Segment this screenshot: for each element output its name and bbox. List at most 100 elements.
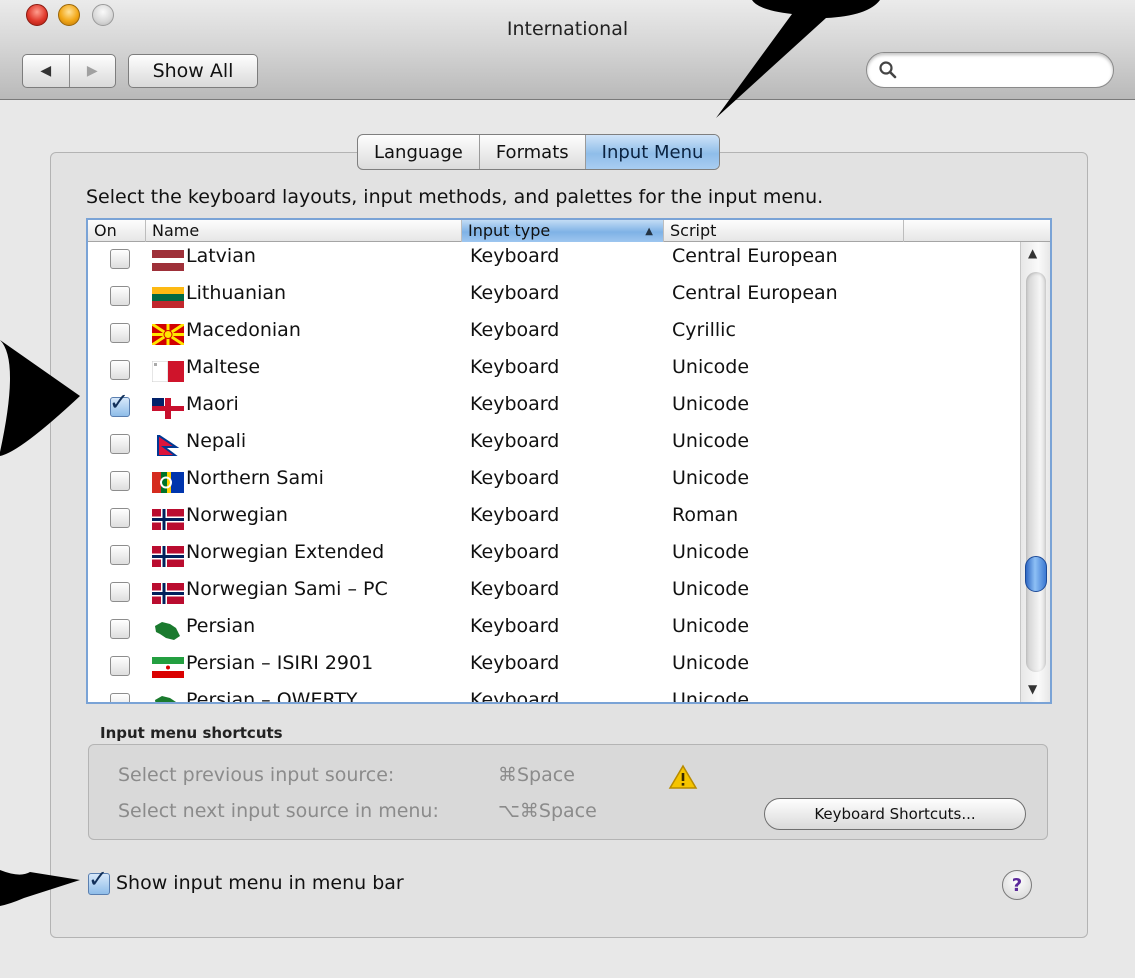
row-script: Central European [672,282,838,304]
tab-bar: Language Formats Input Menu [357,134,721,170]
row-script: Unicode [672,578,750,600]
row-name: Persian – QWERTY [186,689,358,702]
row-name: Norwegian [186,504,288,526]
row-script: Unicode [672,393,750,415]
row-script: Unicode [672,615,750,637]
forward-button[interactable]: ▶ [68,55,116,87]
row-enable-checkbox[interactable] [110,693,130,702]
table-row[interactable]: Lithuanian Keyboard Central European [88,277,1018,314]
table-row[interactable]: Norwegian Extended Keyboard Unicode [88,536,1018,573]
row-script: Central European [672,245,838,267]
new-zealand-flag-icon [152,398,184,419]
search-field[interactable] [866,52,1114,88]
row-name: Maori [186,393,239,415]
row-name: Lithuanian [186,282,287,304]
row-enable-checkbox[interactable] [110,508,130,528]
macedonia-flag-icon [152,324,184,345]
row-enable-checkbox[interactable] [110,360,130,380]
sort-ascending-icon: ▲ [645,226,653,237]
latvia-flag-icon [152,250,184,271]
table-row[interactable]: Macedonian Keyboard Cyrillic [88,314,1018,351]
row-enable-checkbox[interactable] [110,619,130,639]
checkmark-icon: ✓ [109,388,130,416]
row-input-type: Keyboard [470,652,560,674]
table-row[interactable]: Norwegian Keyboard Roman [88,499,1018,536]
tab-input-menu[interactable]: Input Menu [584,135,720,169]
search-input[interactable] [901,57,1101,83]
table-row[interactable]: ✓ Maori Keyboard Unicode [88,388,1018,425]
row-input-type: Keyboard [470,578,560,600]
column-header-input-type[interactable]: Input type ▲ [462,220,664,242]
iran-map-icon [155,696,176,702]
scroll-thumb[interactable] [1025,555,1047,592]
instruction-text: Select the keyboard layouts, input metho… [86,186,824,208]
row-input-type: Keyboard [470,689,560,702]
tab-language[interactable]: Language [358,135,479,169]
row-enable-checkbox[interactable] [110,434,130,454]
norway-flag-icon [152,583,184,604]
back-button[interactable]: ◀ [23,55,69,87]
search-icon [879,61,897,79]
table-row[interactable]: Northern Sami Keyboard Unicode [88,462,1018,499]
row-input-type: Keyboard [470,282,560,304]
row-enable-checkbox[interactable] [110,249,130,269]
row-enable-checkbox[interactable]: ✓ [109,388,130,417]
row-enable-checkbox[interactable] [110,323,130,343]
column-header-name[interactable]: Name [146,220,462,242]
table-row[interactable]: Latvian Keyboard Central European [88,242,1018,277]
table-header: On Name Input type ▲ Script [88,220,1050,242]
column-header-input-type-label: Input type [468,221,551,240]
malta-flag-icon [152,361,184,382]
previous-source-shortcut: ⌘Space [498,764,575,786]
row-input-type: Keyboard [470,615,560,637]
row-enable-checkbox[interactable] [110,582,130,602]
row-input-type: Keyboard [470,245,560,267]
scroll-track[interactable] [1026,272,1046,672]
row-script: Unicode [672,430,750,452]
row-script: Unicode [672,356,750,378]
row-script: Roman [672,504,739,526]
lithuania-flag-icon [152,287,184,308]
row-input-type: Keyboard [470,430,560,452]
table-row[interactable]: Norwegian Sami – PC Keyboard Unicode [88,573,1018,610]
table-row[interactable]: Maltese Keyboard Unicode [88,351,1018,388]
row-enable-checkbox[interactable] [110,545,130,565]
row-enable-checkbox[interactable] [110,286,130,306]
row-script: Unicode [672,541,750,563]
column-header-on[interactable]: On [88,220,146,242]
row-script: Unicode [672,467,750,489]
iran-map-icon [155,622,180,640]
table-row[interactable]: Nepali Keyboard Unicode [88,425,1018,462]
help-button[interactable]: ? [1002,870,1032,900]
table-row[interactable]: Persian Keyboard Unicode [88,610,1018,647]
row-input-type: Keyboard [470,393,560,415]
row-name: Maltese [186,356,261,378]
previous-source-label: Select previous input source: [118,764,395,786]
row-name: Persian – ISIRI 2901 [186,652,374,674]
row-input-type: Keyboard [470,319,560,341]
nepal-flag-icon [157,435,180,456]
preferences-window: International ◀ ▶ Show All Language Form… [0,0,1135,978]
row-enable-checkbox[interactable] [110,471,130,491]
tab-formats[interactable]: Formats [478,135,585,169]
show-input-menu-checkbox[interactable]: ✓ [88,865,110,895]
table-row[interactable]: Persian – ISIRI 2901 Keyboard Unicode [88,647,1018,684]
vertical-scrollbar[interactable]: ▲ ▼ [1020,242,1050,702]
row-name: Norwegian Extended [186,541,385,563]
scroll-down-arrow-icon[interactable]: ▼ [1028,682,1037,696]
show-all-button[interactable]: Show All [128,54,258,88]
show-input-menu-label[interactable]: Show input menu in menu bar [116,872,404,894]
checkmark-icon: ✓ [88,865,109,893]
table-row[interactable]: Persian – QWERTY Keyboard Unicode [88,684,1018,702]
row-enable-checkbox[interactable] [110,656,130,676]
norway-flag-icon [152,509,184,530]
title-bar: International ◀ ▶ Show All [0,0,1135,100]
scroll-up-arrow-icon[interactable]: ▲ [1028,246,1037,260]
norway-flag-icon [152,546,184,567]
row-name: Macedonian [186,319,301,341]
next-source-shortcut: ⌥⌘Space [498,800,597,822]
column-header-script[interactable]: Script [664,220,904,242]
window-title: International [506,18,629,40]
table-body: Latvian Keyboard Central European Lithuania… [88,242,1018,702]
keyboard-shortcuts-button[interactable]: Keyboard Shortcuts... [764,798,1026,830]
